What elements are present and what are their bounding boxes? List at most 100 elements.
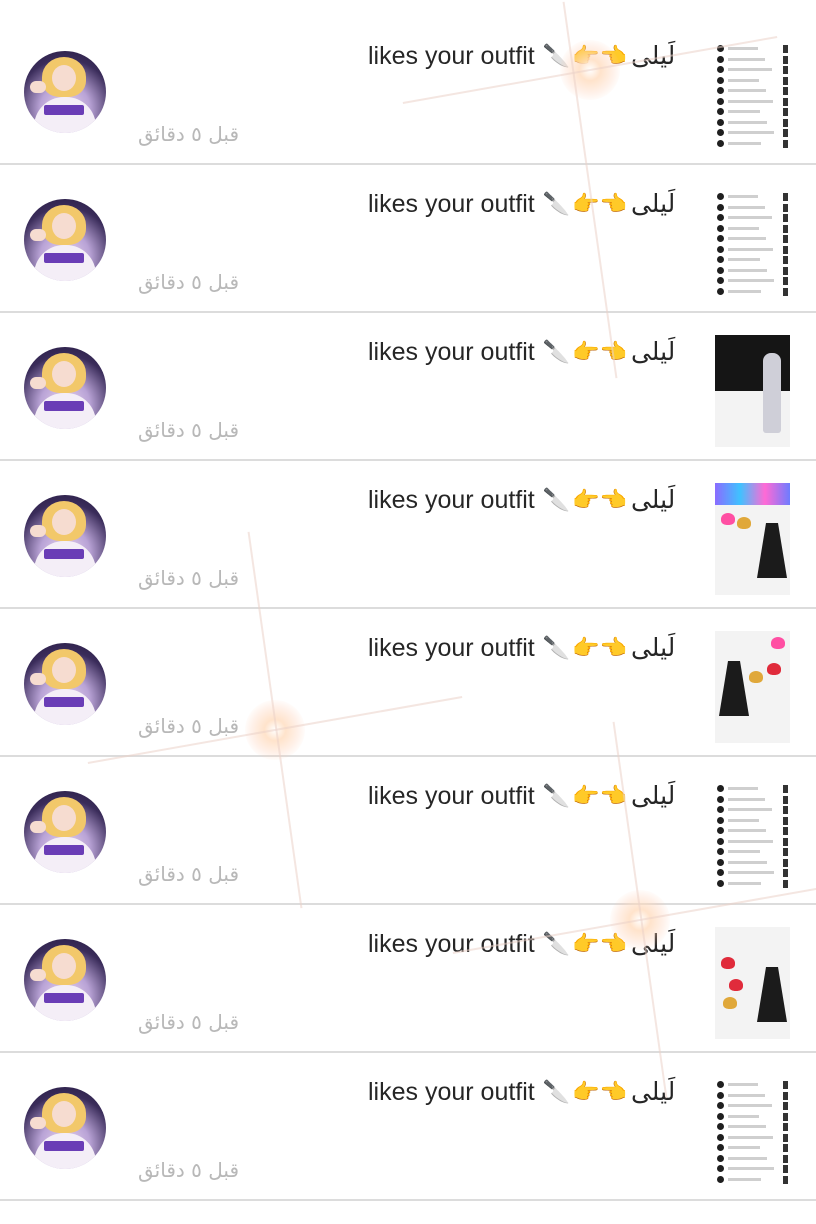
thumb-text-line	[728, 99, 773, 103]
outfit-thumbnail[interactable]	[715, 39, 790, 151]
notification-timestamp: قبل ٥ دقائق	[138, 418, 240, 442]
user-avatar[interactable]	[24, 643, 106, 725]
thumb-edge-mark	[783, 1112, 788, 1121]
username-link[interactable]: لَيلى	[631, 189, 675, 219]
thumb-text-line	[728, 1167, 774, 1170]
thumb-text-line	[728, 797, 765, 801]
thumb-edge-mark	[783, 118, 788, 127]
thumb-text-line	[728, 258, 760, 261]
pointing-hands-icon: 👉👈	[572, 783, 627, 809]
thumb-text-line	[728, 78, 759, 82]
pointing-hands-icon: 👉👈	[572, 191, 627, 217]
thumb-edge-mark	[783, 827, 788, 835]
thumb-edge-mark	[783, 235, 788, 243]
thumb-avatar-dot	[717, 1165, 724, 1172]
avatar-face	[52, 213, 76, 239]
thumb-avatar-dot	[717, 139, 724, 147]
thumb-avatar-dot	[717, 1112, 724, 1120]
avatar-shirt	[34, 1133, 96, 1169]
outfit-thumbnail[interactable]	[715, 779, 790, 891]
notification-message: likes your outfit 🔪 👉👈 لَيلى	[368, 633, 675, 663]
notification-list: likes your outfit 🔪 👉👈 لَيلى قبل ٥ دقائق…	[0, 0, 816, 1224]
avatar-face	[52, 509, 76, 535]
notification-row[interactable]: likes your outfit 🔪 👉👈 لَيلى قبل ٥ دقائق	[0, 315, 816, 461]
user-avatar[interactable]	[24, 495, 106, 577]
thumb-text-line	[728, 68, 772, 71]
thumb-text-line	[728, 247, 773, 251]
thumb-avatar-dot	[717, 256, 724, 263]
thumb-edge-mark	[783, 858, 788, 867]
avatar-hand	[30, 673, 46, 685]
username-link[interactable]: لَيلى	[631, 929, 675, 959]
avatar-face	[52, 1101, 76, 1127]
avatar-shirt-print	[44, 253, 84, 263]
notification-row[interactable]: likes your outfit 🔪 👉👈 لَيلى قبل ٥ دقائق	[0, 463, 816, 609]
notification-row[interactable]: likes your outfit 🔪 👉👈 لَيلى قبل ٥ دقائق	[0, 759, 816, 905]
thumb-avatar-dot	[717, 806, 724, 813]
thumb-avatar-dot	[717, 235, 724, 242]
thumb-edge-mark	[783, 816, 788, 825]
notification-row[interactable]: likes your outfit 🔪 👉👈 لَيلى قبل ٥ دقائق	[0, 167, 816, 313]
thumb-avatar-dot	[717, 1144, 724, 1151]
notification-action-text: likes your outfit	[368, 337, 535, 366]
notification-row[interactable]: likes your outfit 🔪 👉👈 لَيلى قبل ٥ دقائق	[0, 611, 816, 757]
notification-action-text: likes your outfit	[368, 1077, 535, 1106]
outfit-thumbnail[interactable]	[715, 483, 790, 595]
thumb-text-line	[728, 1125, 766, 1128]
notification-row[interactable]: likes your outfit 🔪 👉👈 لَيلى قبل ٥ دقائق	[0, 19, 816, 165]
thumb-text-line	[728, 205, 765, 209]
thumb-edge-mark	[783, 87, 788, 95]
thumb-avatar-dot	[717, 848, 724, 855]
thumb-avatar-dot	[717, 97, 724, 105]
user-avatar[interactable]	[24, 939, 106, 1021]
username-link[interactable]: لَيلى	[631, 1077, 675, 1107]
thumb-edge-mark	[783, 795, 788, 804]
thumb-text-line	[728, 131, 774, 134]
user-avatar[interactable]	[24, 199, 106, 281]
username-link[interactable]: لَيلى	[631, 337, 675, 367]
knife-icon: 🔪	[542, 635, 571, 661]
notification-action-text: likes your outfit	[368, 41, 535, 70]
user-avatar[interactable]	[24, 1087, 106, 1169]
notification-row[interactable]: likes your outfit 🔪 👉👈 لَيلى قبل ٥ دقائق	[0, 907, 816, 1053]
thumb-avatar-dot	[717, 224, 724, 232]
thumb-avatar-dot	[717, 129, 724, 136]
thumb-text-line	[728, 57, 765, 61]
username-link[interactable]: لَيلى	[631, 781, 675, 811]
pointing-hands-icon: 👉👈	[572, 635, 627, 661]
notification-row[interactable]: likes your outfit 🔪 👉👈 لَيلى قبل ٥ دقائق	[0, 1055, 816, 1201]
outfit-thumbnail[interactable]	[715, 927, 790, 1039]
username-link[interactable]: لَيلى	[631, 41, 675, 71]
thumb-text-line	[728, 195, 758, 198]
thumb-edge-mark	[783, 97, 788, 106]
thumb-edge-mark	[783, 1081, 788, 1089]
notification-message: likes your outfit 🔪 👉👈 لَيلى	[368, 41, 675, 71]
username-link[interactable]: لَيلى	[631, 633, 675, 663]
thumb-avatar-dot	[717, 87, 724, 94]
user-avatar[interactable]	[24, 347, 106, 429]
thumb-avatar-dot	[717, 245, 724, 253]
thumb-figure	[763, 353, 781, 433]
knife-icon: 🔪	[542, 339, 571, 365]
notification-timestamp: قبل ٥ دقائق	[138, 1158, 240, 1182]
outfit-thumbnail[interactable]	[715, 335, 790, 447]
thumb-avatar-dot	[717, 1081, 724, 1088]
user-avatar[interactable]	[24, 51, 106, 133]
outfit-thumbnail[interactable]	[715, 187, 790, 299]
pointing-hands-icon: 👉👈	[572, 43, 627, 69]
user-avatar[interactable]	[24, 791, 106, 873]
outfit-thumbnail[interactable]	[715, 1075, 790, 1187]
thumb-edge-mark	[783, 785, 788, 793]
thumb-edge-mark	[783, 879, 788, 888]
thumb-edge-mark	[783, 1154, 788, 1163]
outfit-thumbnail[interactable]	[715, 631, 790, 743]
knife-icon: 🔪	[542, 783, 571, 809]
thumb-text-line	[728, 1114, 759, 1118]
thumb-drip-banner	[715, 483, 790, 505]
pointing-hands-icon: 👉👈	[572, 1079, 627, 1105]
avatar-shirt	[34, 689, 96, 725]
thumb-edge-mark	[783, 76, 788, 85]
username-link[interactable]: لَيلى	[631, 485, 675, 515]
thumb-edge-mark	[783, 193, 788, 201]
thumb-edge-mark	[783, 837, 788, 846]
